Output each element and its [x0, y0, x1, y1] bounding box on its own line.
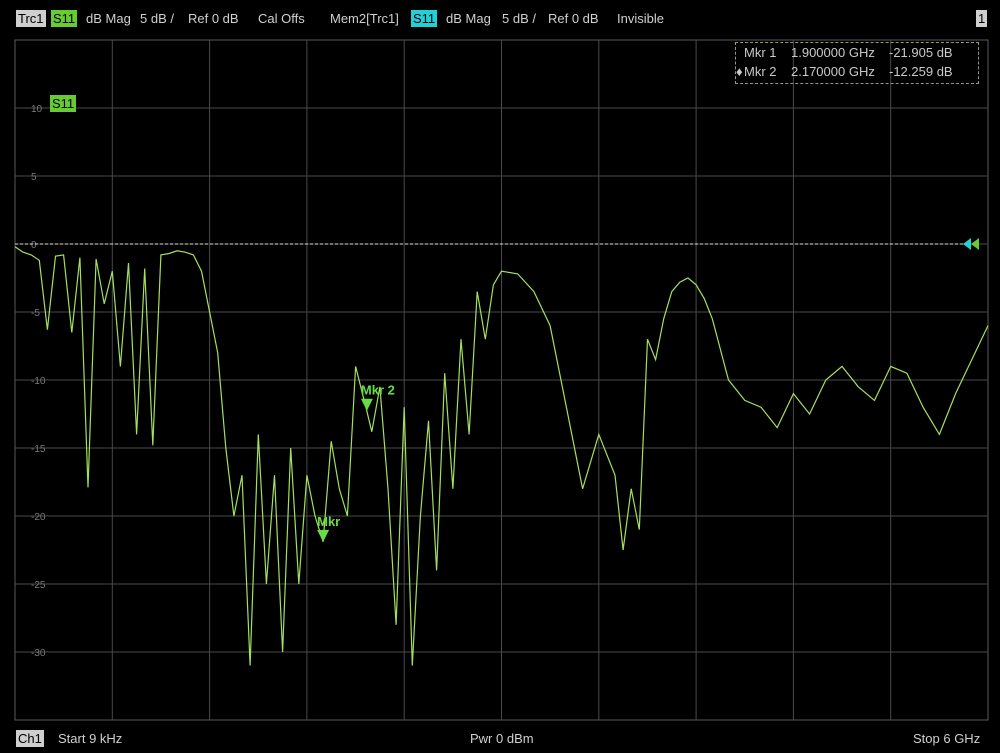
- reference-arrow-memory[interactable]: [963, 238, 971, 250]
- marker-value: -12.259 dB: [889, 64, 953, 79]
- marker-name: Mkr 2: [744, 64, 777, 79]
- marker-label: Mkr: [317, 514, 340, 529]
- y-tick-label: -20: [31, 512, 46, 523]
- memory-state[interactable]: Invisible: [617, 10, 664, 27]
- y-tick-label: 10: [31, 104, 43, 115]
- source-power[interactable]: Pwr 0 dBm: [470, 730, 534, 747]
- marker-row[interactable]: ♦ Mkr 2 2.170000 GHz -12.259 dB: [736, 63, 978, 81]
- y-tick-label: -10: [31, 376, 46, 387]
- y-tick-label: -15: [31, 444, 46, 455]
- s11-chart[interactable]: 10 5 0 -5 -10 -15 -20 -25 -30 Mkr Mkr 2: [14, 39, 989, 721]
- trace-reference[interactable]: Ref 0 dB: [188, 10, 239, 27]
- memory-format[interactable]: dB Mag: [446, 10, 491, 27]
- marker-active-bullet: ♦: [736, 64, 743, 79]
- marker-name: Mkr 1: [744, 45, 777, 60]
- reference-arrow-trace[interactable]: [971, 238, 979, 250]
- channel-status-bar: Ch1 Start 9 kHz Pwr 0 dBm Stop 6 GHz: [0, 724, 1000, 753]
- memory-scale[interactable]: 5 dB /: [502, 10, 536, 27]
- window-number[interactable]: 1: [976, 10, 988, 27]
- memory-reference[interactable]: Ref 0 dB: [548, 10, 599, 27]
- memory-trace-label[interactable]: Mem2[Trc1]: [330, 10, 399, 27]
- diagram-area[interactable]: 10 5 0 -5 -10 -15 -20 -25 -30 Mkr Mkr 2 S11: [14, 39, 989, 721]
- trace-tag: S11: [50, 95, 77, 112]
- y-tick-label: 5: [31, 172, 37, 183]
- marker-info-table[interactable]: Mkr 1 1.900000 GHz -21.905 dB ♦ Mkr 2 2.…: [735, 42, 979, 84]
- marker-row[interactable]: Mkr 1 1.900000 GHz -21.905 dB: [736, 44, 978, 62]
- marker-triangle[interactable]: [360, 398, 373, 411]
- marker-label: Mkr 2: [361, 383, 395, 398]
- trace-parameter-badge[interactable]: S11: [51, 10, 78, 27]
- vna-screen: Trc1 S11 dB Mag 5 dB / Ref 0 dB Cal Offs…: [0, 0, 1000, 753]
- trace-label[interactable]: Trc1: [16, 10, 46, 27]
- stop-frequency[interactable]: Stop 6 GHz: [913, 730, 980, 747]
- channel-label[interactable]: Ch1: [16, 730, 44, 747]
- marker-frequency: 2.170000 GHz: [791, 64, 875, 79]
- y-tick-label: -5: [31, 308, 40, 319]
- trace-format[interactable]: dB Mag: [86, 10, 131, 27]
- y-tick-label: 0: [31, 240, 37, 251]
- start-frequency[interactable]: Start 9 kHz: [58, 730, 122, 747]
- y-tick-label: -25: [31, 580, 46, 591]
- trace-status-bar: Trc1 S11 dB Mag 5 dB / Ref 0 dB Cal Offs…: [0, 0, 1000, 34]
- marker-value: -21.905 dB: [889, 45, 953, 60]
- trace-scale[interactable]: 5 dB /: [140, 10, 174, 27]
- trace-cal-status[interactable]: Cal Offs: [258, 10, 305, 27]
- marker-frequency: 1.900000 GHz: [791, 45, 875, 60]
- y-tick-label: -30: [31, 648, 46, 659]
- memory-parameter-badge[interactable]: S11: [411, 10, 438, 27]
- marker-triangle[interactable]: [317, 529, 330, 542]
